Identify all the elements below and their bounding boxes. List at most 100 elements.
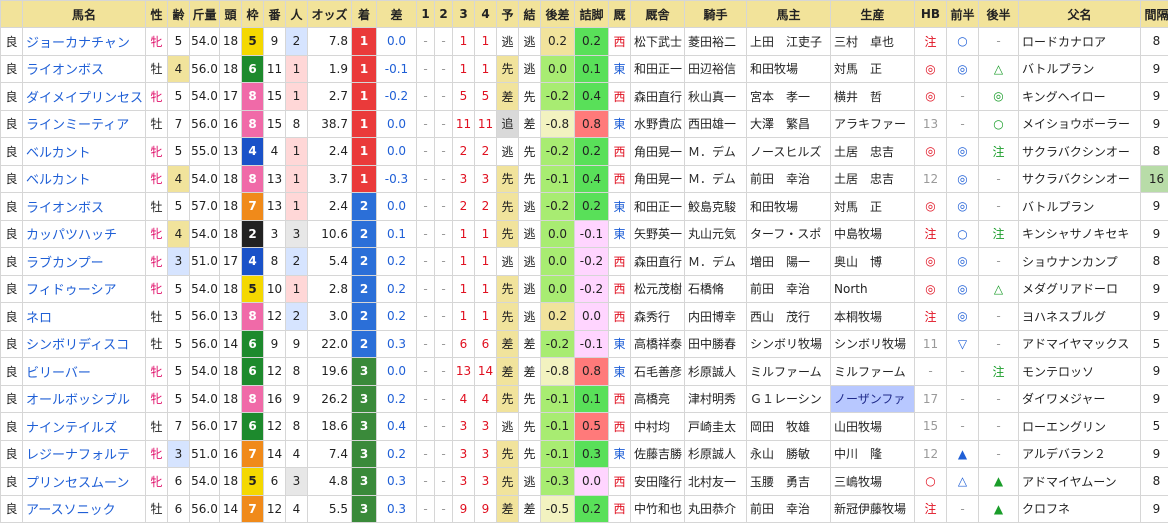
horse-name-link[interactable]: シンボリディスコ bbox=[22, 329, 146, 358]
column-header[interactable]: 差 bbox=[376, 0, 417, 28]
jockey-cell[interactable]: Ｍ．デム bbox=[684, 247, 747, 276]
breeder-cell[interactable]: 土居 忠吉 bbox=[830, 164, 915, 193]
horse-name-link[interactable]: アースソニック bbox=[22, 494, 146, 523]
horse-name-link[interactable]: ジョーカナチャン bbox=[22, 27, 146, 56]
breeder-cell[interactable]: アラキファー bbox=[830, 109, 915, 138]
owner-cell[interactable]: 岡田 牧雄 bbox=[746, 412, 831, 441]
breeder-cell[interactable]: ノーザンファ bbox=[830, 384, 915, 413]
sire-cell[interactable]: アルデバラン２ bbox=[1018, 439, 1141, 468]
sire-cell[interactable]: アドマイヤムーン bbox=[1018, 467, 1141, 496]
column-header[interactable]: 2 bbox=[434, 0, 453, 28]
breeder-cell[interactable]: 三嶋牧場 bbox=[830, 467, 915, 496]
horse-name-link[interactable]: レジーナフォルテ bbox=[22, 439, 146, 468]
table-row[interactable]: 良プリンセスムーン牝 6 54.0 18 5 6 3 4.8 3 0.3- -3 3 先逃 -0.3 0.0… bbox=[0, 467, 1168, 496]
horse-name-link[interactable]: ベルカント bbox=[22, 164, 146, 193]
owner-cell[interactable]: ターフ・スポ bbox=[746, 219, 831, 248]
sire-cell[interactable]: バトルプラン bbox=[1018, 54, 1141, 83]
horse-name-link[interactable]: フィドゥーシア bbox=[22, 274, 146, 303]
table-row[interactable]: 良ダイメイプリンセス牝 5 54.0 17 8 15 1 2.7 1 -0.2- -5 5 差先 -0.2… bbox=[0, 82, 1168, 111]
column-header[interactable]: HB bbox=[914, 0, 947, 28]
breeder-cell[interactable]: 対馬 正 bbox=[830, 54, 915, 83]
horse-name-link[interactable]: ラインミーティア bbox=[22, 109, 146, 138]
owner-cell[interactable]: ミルファーム bbox=[746, 357, 831, 386]
owner-cell[interactable]: 和田牧場 bbox=[746, 192, 831, 221]
breeder-cell[interactable]: 山田牧場 bbox=[830, 412, 915, 441]
jockey-cell[interactable]: 田辺裕信 bbox=[684, 54, 747, 83]
breeder-cell[interactable]: 横井 哲 bbox=[830, 82, 915, 111]
owner-cell[interactable]: 玉腰 勇吉 bbox=[746, 467, 831, 496]
horse-name-link[interactable]: ライオンボス bbox=[22, 192, 146, 221]
trainer-cell[interactable]: 角田晃一 bbox=[630, 164, 685, 193]
table-row[interactable]: 良ネロ牡 5 56.0 13 8 12 2 3.0 2 0.2- -1 1 先逃 0.2 0.0 西森秀行 内田… bbox=[0, 302, 1168, 331]
column-header[interactable]: 厩舎 bbox=[630, 0, 685, 28]
sire-cell[interactable]: ショウナンカンプ bbox=[1018, 247, 1141, 276]
trainer-cell[interactable]: 松元茂樹 bbox=[630, 274, 685, 303]
breeder-cell[interactable]: 土居 忠吉 bbox=[830, 137, 915, 166]
trainer-cell[interactable]: 矢野英一 bbox=[630, 219, 685, 248]
table-row[interactable]: 良ベルカント牝 5 55.0 13 4 4 1 2.4 1 0.0- -2 2 逃先 -0.2 0.2 西角田… bbox=[0, 137, 1168, 166]
column-header[interactable]: 馬名 bbox=[22, 0, 146, 28]
jockey-cell[interactable]: 秋山真一 bbox=[684, 82, 747, 111]
sire-cell[interactable]: メイショウボーラー bbox=[1018, 109, 1141, 138]
column-header[interactable]: オッズ bbox=[307, 0, 352, 28]
sire-cell[interactable]: サクラバクシンオー bbox=[1018, 137, 1141, 166]
jockey-cell[interactable]: 菱田裕二 bbox=[684, 27, 747, 56]
column-header[interactable]: 結 bbox=[518, 0, 541, 28]
column-header[interactable]: 人 bbox=[285, 0, 308, 28]
jockey-cell[interactable]: 内田博幸 bbox=[684, 302, 747, 331]
trainer-cell[interactable]: 中村均 bbox=[630, 412, 685, 441]
jockey-cell[interactable]: Ｍ．デム bbox=[684, 164, 747, 193]
trainer-cell[interactable]: 和田正一 bbox=[630, 54, 685, 83]
horse-name-link[interactable]: ベルカント bbox=[22, 137, 146, 166]
horse-name-link[interactable]: プリンセスムーン bbox=[22, 467, 146, 496]
trainer-cell[interactable]: 森田直行 bbox=[630, 247, 685, 276]
breeder-cell[interactable]: North bbox=[830, 274, 915, 303]
trainer-cell[interactable]: 石毛善彦 bbox=[630, 357, 685, 386]
column-header[interactable]: 後差 bbox=[540, 0, 575, 28]
owner-cell[interactable]: Ｇ１レーシン bbox=[746, 384, 831, 413]
owner-cell[interactable]: 上田 江吏子 bbox=[746, 27, 831, 56]
jockey-cell[interactable]: 田中勝春 bbox=[684, 329, 747, 358]
trainer-cell[interactable]: 松下武士 bbox=[630, 27, 685, 56]
breeder-cell[interactable]: 中島牧場 bbox=[830, 219, 915, 248]
table-row[interactable]: 良ラインミーティア牡 7 56.0 16 8 15 8 38.7 1 0.0- -11 11 追差 -0.… bbox=[0, 109, 1168, 138]
sire-cell[interactable]: バトルプラン bbox=[1018, 192, 1141, 221]
sire-cell[interactable]: ヨハネスブルグ bbox=[1018, 302, 1141, 331]
horse-name-link[interactable]: カッパツハッチ bbox=[22, 219, 146, 248]
jockey-cell[interactable]: 津村明秀 bbox=[684, 384, 747, 413]
sire-cell[interactable]: キングヘイロー bbox=[1018, 82, 1141, 111]
jockey-cell[interactable]: 杉原誠人 bbox=[684, 439, 747, 468]
sire-cell[interactable]: ロードカナロア bbox=[1018, 27, 1141, 56]
breeder-cell[interactable]: 新冠伊藤牧場 bbox=[830, 494, 915, 523]
sire-cell[interactable]: ダイワメジャー bbox=[1018, 384, 1141, 413]
column-header[interactable]: 予 bbox=[496, 0, 519, 28]
sire-cell[interactable]: ローエングリン bbox=[1018, 412, 1141, 441]
column-header[interactable] bbox=[0, 0, 23, 28]
owner-cell[interactable]: 西山 茂行 bbox=[746, 302, 831, 331]
horse-name-link[interactable]: ラブカンプー bbox=[22, 247, 146, 276]
table-row[interactable]: 良ライオンボス牡 4 56.0 18 6 11 1 1.9 1 -0.1- -1 1 先逃 0.0 0.1 東… bbox=[0, 54, 1168, 83]
table-row[interactable]: 良ラブカンプー牝 3 51.0 17 4 8 2 5.4 2 0.2- -1 1 逃逃 0.0 -0.2 西森… bbox=[0, 247, 1168, 276]
owner-cell[interactable]: 前田 幸治 bbox=[746, 164, 831, 193]
owner-cell[interactable]: 増田 陽一 bbox=[746, 247, 831, 276]
horse-name-link[interactable]: ダイメイプリンセス bbox=[22, 82, 146, 111]
jockey-cell[interactable]: Ｍ．デム bbox=[684, 137, 747, 166]
sire-cell[interactable]: クロフネ bbox=[1018, 494, 1141, 523]
jockey-cell[interactable]: 戸崎圭太 bbox=[684, 412, 747, 441]
owner-cell[interactable]: 大澤 繁昌 bbox=[746, 109, 831, 138]
trainer-cell[interactable]: 和田正一 bbox=[630, 192, 685, 221]
column-header[interactable]: 齢 bbox=[167, 0, 190, 28]
column-header[interactable]: 4 bbox=[474, 0, 497, 28]
column-header[interactable]: 性 bbox=[145, 0, 168, 28]
jockey-cell[interactable]: 西田雄一 bbox=[684, 109, 747, 138]
breeder-cell[interactable]: 中川 隆 bbox=[830, 439, 915, 468]
trainer-cell[interactable]: 高橋亮 bbox=[630, 384, 685, 413]
jockey-cell[interactable]: 石橋脩 bbox=[684, 274, 747, 303]
column-header[interactable]: 頭 bbox=[219, 0, 242, 28]
horse-name-link[interactable]: オールボッシブル bbox=[22, 384, 146, 413]
column-header[interactable]: 父名 bbox=[1018, 0, 1141, 28]
table-row[interactable]: 良ジョーカナチャン牝 5 54.0 18 5 9 2 7.8 1 0.0- -1 1 逃逃 0.2 0.2 西… bbox=[0, 27, 1168, 56]
breeder-cell[interactable]: 三村 卓也 bbox=[830, 27, 915, 56]
breeder-cell[interactable]: ミルファーム bbox=[830, 357, 915, 386]
breeder-cell[interactable]: 本桐牧場 bbox=[830, 302, 915, 331]
